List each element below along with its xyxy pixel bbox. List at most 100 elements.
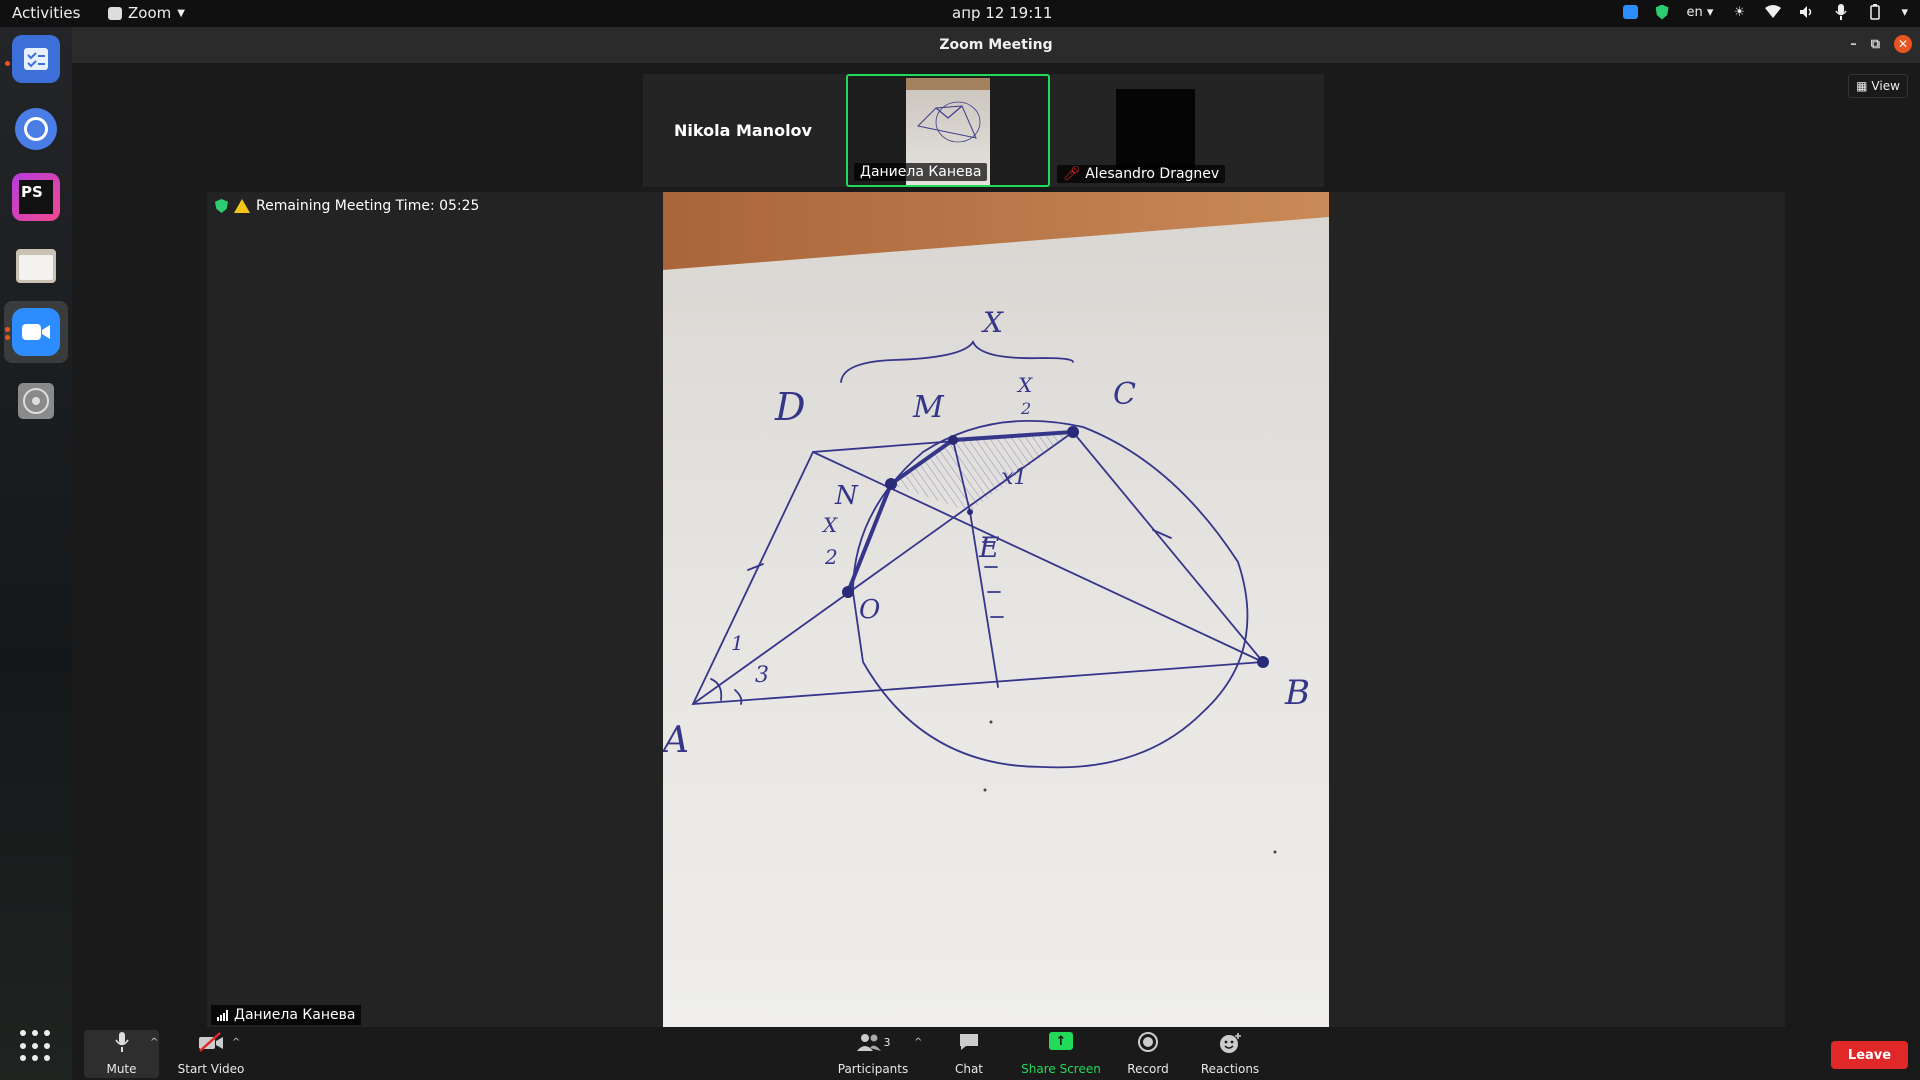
handwritten-geometry-drawing: X C M D N X 2 X 2 E O B A 1 3 x1 (663, 192, 1329, 1027)
drawing-label: O (859, 595, 880, 625)
start-video-button[interactable]: Start Video (166, 1030, 256, 1078)
language-label: en (1686, 4, 1703, 20)
record-button[interactable]: Record (1118, 1030, 1178, 1078)
encryption-shield-icon[interactable] (215, 199, 228, 213)
participant-name: Даниела Канева (860, 164, 982, 180)
running-indicator (5, 335, 10, 340)
drawing-label: 3 (755, 663, 769, 688)
window-title: Zoom Meeting (939, 37, 1053, 53)
chat-icon (960, 1034, 978, 1050)
drawing-label: X (821, 513, 838, 537)
show-applications-button[interactable] (20, 1030, 52, 1062)
drawing-label: 2 (824, 545, 838, 569)
active-speaker-name: Даниела Канева (234, 1007, 356, 1023)
signal-bars-icon (217, 1009, 228, 1021)
share-screen-button[interactable]: ↑ Share Screen (1011, 1030, 1111, 1078)
video-off-icon (199, 1032, 223, 1052)
dock: PS (0, 27, 72, 1080)
participant-name-tag: Даниела Канева (854, 163, 988, 181)
shield-tray-icon[interactable] (1655, 4, 1669, 20)
participant-tile-nikola[interactable]: Nikola Manolov (643, 74, 843, 187)
clock-label: апр 12 19:11 (952, 4, 1053, 22)
participant-tile-daniela[interactable]: Даниела Канева (846, 74, 1050, 187)
activities-button[interactable]: Activities (12, 4, 80, 22)
drawing-label: 2 (1020, 399, 1031, 418)
reactions-smiley-icon (1220, 1033, 1241, 1053)
volume-icon (1799, 4, 1815, 20)
drawing-label: C (1113, 377, 1136, 412)
share-screen-icon: ↑ (1049, 1032, 1073, 1050)
participants-strip: Nikola Manolov Даниела Канева 🎤︎ Alesand… (643, 74, 1324, 187)
mute-button[interactable]: Mute (84, 1030, 159, 1078)
system-top-bar: Activities Zoom ▼ апр 12 19:11 en ▾ ☀ ▾ (0, 0, 1920, 27)
meeting-toolbar: Mute ^ Start Video ^ 3 Participants ^ Ch… (72, 1027, 1920, 1080)
participants-options-chevron-icon[interactable]: ^ (914, 1037, 922, 1048)
zoom-window: Zoom Meeting – ⧉ ✕ Nikola Manolov Даниел… (72, 27, 1920, 1080)
wifi-icon (1765, 4, 1782, 20)
warning-icon (234, 199, 250, 213)
chevron-down-icon: ▼ (177, 7, 185, 19)
video-options-chevron-icon[interactable]: ^ (232, 1037, 240, 1048)
power-menu-chevron-icon[interactable]: ▾ (1901, 5, 1908, 20)
participant-name: Nikola Manolov (674, 121, 812, 140)
files-app-icon[interactable] (12, 241, 60, 289)
view-label: View (1871, 79, 1900, 93)
participants-button[interactable]: 3 Participants (828, 1030, 918, 1078)
reactions-button[interactable]: Reactions (1190, 1030, 1270, 1078)
mute-label: Mute (106, 1062, 137, 1076)
participants-icon (856, 1034, 881, 1051)
chromium-app-icon[interactable] (12, 105, 60, 153)
muted-mic-icon: 🎤︎ (1063, 166, 1081, 182)
meeting-timer: Remaining Meeting Time: 05:25 (215, 198, 479, 214)
activities-label: Activities (12, 4, 81, 22)
audio-options-chevron-icon[interactable]: ^ (150, 1037, 158, 1048)
drawing-label: N (834, 481, 859, 511)
participants-count: 3 (883, 1035, 891, 1049)
drawing-label: x1 (1001, 465, 1027, 490)
phpstorm-app-icon[interactable]: PS (12, 173, 60, 221)
active-speaker-tag: Даниела Канева (211, 1005, 362, 1025)
restore-icon[interactable]: ⧉ (1871, 37, 1880, 52)
close-icon[interactable]: ✕ (1894, 35, 1912, 53)
speaker-video: X C M D N X 2 X 2 E O B A 1 3 x1 (663, 192, 1329, 1027)
drawing-label: A (663, 720, 689, 761)
system-tray[interactable]: en ▾ ☀ ▾ (1622, 4, 1908, 20)
share-screen-label: Share Screen (1021, 1062, 1101, 1076)
participant-name-tag: 🎤︎ Alesandro Dragnev (1057, 165, 1226, 183)
app-menu-label: Zoom (128, 4, 172, 22)
drawing-label: X (1016, 373, 1033, 397)
drawing-label: M (912, 390, 945, 425)
participant-tile-alesandro[interactable]: 🎤︎ Alesandro Dragnev (1053, 74, 1253, 187)
microphone-icon (114, 1032, 129, 1052)
drawing-label: X (981, 306, 1004, 339)
drawing-label: 1 (731, 631, 744, 655)
drawing-label: D (774, 385, 805, 429)
record-icon (1138, 1032, 1158, 1052)
view-button[interactable]: ▦ View (1848, 74, 1908, 98)
active-speaker-area: Remaining Meeting Time: 05:25 X C M D N … (207, 192, 1785, 1027)
start-video-label: Start Video (177, 1062, 245, 1076)
app-menu[interactable]: Zoom ▼ (108, 4, 185, 22)
leave-label: Leave (1847, 1047, 1892, 1063)
participant-name: Alesandro Dragnev (1085, 166, 1220, 182)
reactions-label: Reactions (1200, 1062, 1260, 1076)
leave-button[interactable]: Leave (1831, 1041, 1908, 1069)
zoom-app-icon[interactable] (12, 308, 60, 356)
grid-icon: ▦ (1856, 79, 1868, 93)
zoom-app-icon (108, 6, 122, 20)
chat-label: Chat (954, 1062, 984, 1076)
minimize-icon[interactable]: – (1850, 37, 1857, 52)
zoom-tray-icon[interactable] (1622, 5, 1638, 19)
window-titlebar[interactable]: Zoom Meeting – ⧉ ✕ (72, 27, 1920, 63)
microphone-icon (1833, 4, 1849, 20)
tasks-app-icon[interactable] (12, 35, 60, 83)
brightness-icon: ☀ (1733, 4, 1746, 20)
video-off-placeholder (1116, 89, 1195, 169)
drawing-label: E (978, 531, 999, 564)
running-indicator (5, 327, 10, 332)
drawing-label: B (1284, 673, 1310, 713)
chat-button[interactable]: Chat (939, 1030, 999, 1078)
language-indicator[interactable]: en ▾ (1687, 5, 1714, 20)
disc-app-icon[interactable] (12, 377, 60, 425)
clock[interactable]: апр 12 19:11 (952, 4, 1052, 22)
